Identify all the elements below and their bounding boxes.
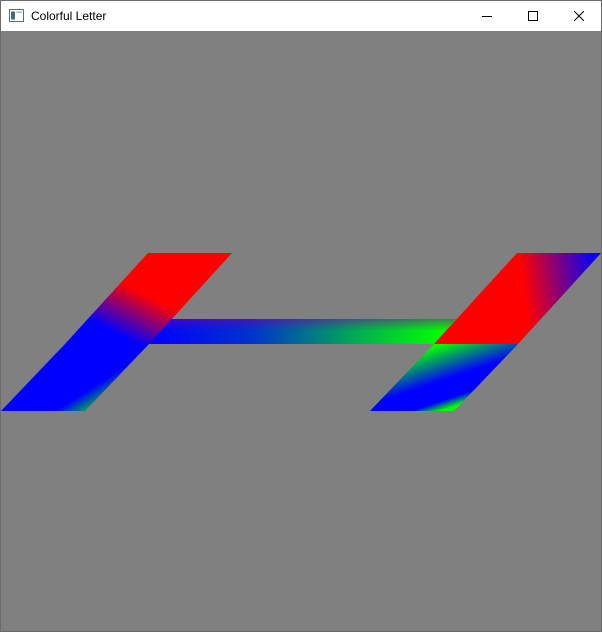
maximize-button[interactable] <box>510 1 556 31</box>
window-title: Colorful Letter <box>31 9 107 23</box>
right-stroke-upper-shade <box>434 253 601 344</box>
right-stroke-lower <box>370 344 518 411</box>
title-bar[interactable]: Colorful Letter <box>1 1 601 31</box>
app-window: Colorful Letter <box>0 0 602 632</box>
app-icon <box>9 9 24 22</box>
close-button[interactable] <box>556 1 602 31</box>
maximize-icon <box>528 11 538 21</box>
minimize-icon <box>482 11 492 21</box>
render-canvas[interactable] <box>1 31 601 631</box>
minimize-button[interactable] <box>464 1 510 31</box>
crossbar-shade <box>149 319 456 344</box>
close-icon <box>574 11 584 21</box>
letter-h-drawing <box>1 253 601 411</box>
left-stroke-lower <box>1 344 149 411</box>
